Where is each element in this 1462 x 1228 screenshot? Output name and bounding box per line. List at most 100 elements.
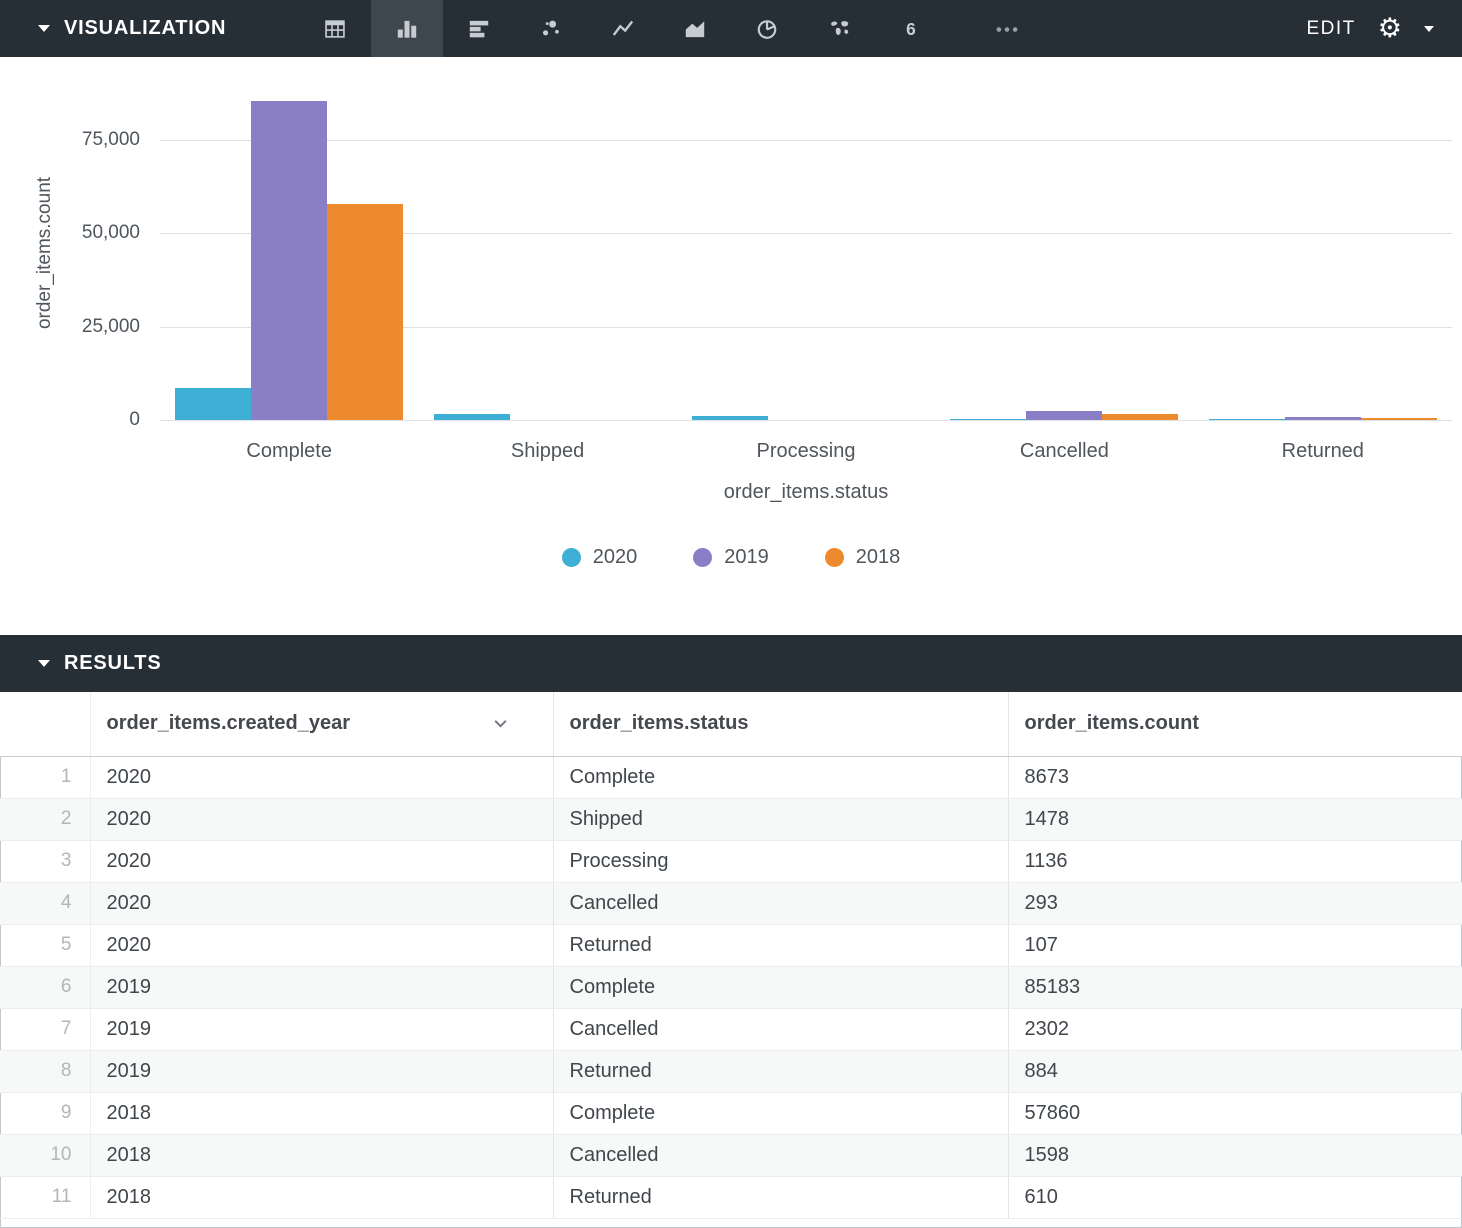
cell-created-year[interactable]: 2020	[90, 924, 553, 966]
bar-2019-returned[interactable]	[1285, 417, 1361, 420]
table-row: 52020Returned107	[0, 924, 1462, 966]
legend-label: 2018	[856, 546, 901, 569]
viz-type-single-value[interactable]: 6	[875, 0, 947, 57]
cell-count[interactable]: 8673	[1008, 756, 1462, 798]
visualization-header-bar: VISUALIZATION 6 EDIT ⚙	[0, 0, 1462, 57]
cell-created-year[interactable]: 2018	[90, 1176, 553, 1218]
bar-2020-returned[interactable]	[1209, 419, 1285, 420]
cell-created-year[interactable]: 2018	[90, 1134, 553, 1176]
bar-2019-complete[interactable]	[251, 101, 327, 420]
table-row: 12020Complete8673	[0, 756, 1462, 798]
row-number-header	[0, 692, 90, 756]
pie-chart-icon	[754, 16, 780, 42]
table-row: 42020Cancelled293	[0, 882, 1462, 924]
y-tick-label: 50,000	[30, 220, 140, 246]
viz-type-pie-chart[interactable]	[731, 0, 803, 57]
legend-item-2020[interactable]: 2020	[562, 546, 638, 569]
viz-type-horizontal-bar[interactable]	[443, 0, 515, 57]
visualization-actions: EDIT ⚙	[1307, 15, 1462, 42]
table-row: 112018Returned610	[0, 1176, 1462, 1218]
cell-count[interactable]: 85183	[1008, 966, 1462, 1008]
cell-count[interactable]: 293	[1008, 882, 1462, 924]
bar-2020-shipped[interactable]	[434, 414, 510, 420]
gear-icon[interactable]: ⚙	[1378, 15, 1402, 42]
cell-status[interactable]: Complete	[553, 1092, 1008, 1134]
cell-count[interactable]: 610	[1008, 1176, 1462, 1218]
cell-created-year[interactable]: 2020	[90, 840, 553, 882]
row-number: 9	[0, 1092, 90, 1134]
cell-count[interactable]: 1136	[1008, 840, 1462, 882]
cell-status[interactable]: Cancelled	[553, 1008, 1008, 1050]
legend-item-2019[interactable]: 2019	[693, 546, 769, 569]
svg-text:6: 6	[906, 18, 916, 38]
bar-2020-complete[interactable]	[175, 388, 251, 420]
cell-status[interactable]: Complete	[553, 756, 1008, 798]
legend-swatch-2018	[825, 548, 844, 567]
table-row: 62019Complete85183	[0, 966, 1462, 1008]
single-value-icon: 6	[898, 16, 924, 42]
legend-label: 2019	[724, 546, 769, 569]
collapse-caret-icon	[38, 25, 50, 32]
cell-status[interactable]: Returned	[553, 1176, 1008, 1218]
results-table: order_items.created_year order_items.sta…	[0, 692, 1462, 1219]
column-label: order_items.status	[570, 712, 749, 735]
cell-status[interactable]: Processing	[553, 840, 1008, 882]
cell-created-year[interactable]: 2019	[90, 966, 553, 1008]
cell-status[interactable]: Cancelled	[553, 1134, 1008, 1176]
cell-created-year[interactable]: 2019	[90, 1008, 553, 1050]
cell-created-year[interactable]: 2020	[90, 798, 553, 840]
column-header-created-year[interactable]: order_items.created_year	[90, 692, 553, 756]
x-tick-label: Processing	[696, 440, 916, 463]
viz-type-line-chart[interactable]	[587, 0, 659, 57]
cell-count[interactable]: 1478	[1008, 798, 1462, 840]
viz-type-scatter[interactable]	[515, 0, 587, 57]
visualization-title: VISUALIZATION	[64, 17, 226, 40]
row-number: 6	[0, 966, 90, 1008]
viz-type-area-chart[interactable]	[659, 0, 731, 57]
cell-count[interactable]: 2302	[1008, 1008, 1462, 1050]
bar-2019-cancelled[interactable]	[1026, 411, 1102, 420]
table-header-row: order_items.created_year order_items.sta…	[0, 692, 1462, 756]
x-tick-label: Returned	[1213, 440, 1433, 463]
row-number: 1	[0, 756, 90, 798]
column-header-count[interactable]: order_items.count	[1008, 692, 1462, 756]
viz-type-bar-chart[interactable]	[371, 0, 443, 57]
results-collapse-toggle[interactable]: RESULTS	[0, 652, 161, 675]
app-window: VISUALIZATION 6 EDIT ⚙ order_items.count…	[0, 0, 1462, 1228]
table-row: 72019Cancelled2302	[0, 1008, 1462, 1050]
cell-status[interactable]: Returned	[553, 924, 1008, 966]
table-row: 82019Returned884	[0, 1050, 1462, 1092]
viz-type-table[interactable]	[299, 0, 371, 57]
results-title: RESULTS	[64, 652, 161, 675]
cell-count[interactable]: 57860	[1008, 1092, 1462, 1134]
edit-button[interactable]: EDIT	[1307, 18, 1356, 40]
cell-created-year[interactable]: 2020	[90, 882, 553, 924]
viz-type-map[interactable]	[803, 0, 875, 57]
cell-created-year[interactable]: 2020	[90, 756, 553, 798]
gridline	[160, 420, 1452, 421]
bar-2018-cancelled[interactable]	[1102, 414, 1178, 420]
settings-caret-icon[interactable]	[1424, 26, 1434, 32]
bar-2020-processing[interactable]	[692, 416, 768, 420]
table-row: 22020Shipped1478	[0, 798, 1462, 840]
cell-count[interactable]: 107	[1008, 924, 1462, 966]
cell-status[interactable]: Returned	[553, 1050, 1008, 1092]
row-number: 4	[0, 882, 90, 924]
cell-status[interactable]: Cancelled	[553, 882, 1008, 924]
bar-2018-returned[interactable]	[1361, 418, 1437, 420]
column-header-status[interactable]: order_items.status	[553, 692, 1008, 756]
table-icon	[322, 16, 348, 42]
cell-status[interactable]: Complete	[553, 966, 1008, 1008]
visualization-collapse-toggle[interactable]: VISUALIZATION	[0, 17, 226, 40]
cell-created-year[interactable]: 2018	[90, 1092, 553, 1134]
bar-chart-panel: order_items.count order_items.status 202…	[0, 57, 1462, 635]
cell-created-year[interactable]: 2019	[90, 1050, 553, 1092]
cell-count[interactable]: 1598	[1008, 1134, 1462, 1176]
bar-2020-cancelled[interactable]	[950, 419, 1026, 420]
bar-2018-complete[interactable]	[327, 204, 403, 420]
legend-item-2018[interactable]: 2018	[825, 546, 901, 569]
viz-type-more[interactable]	[971, 0, 1043, 57]
cell-status[interactable]: Shipped	[553, 798, 1008, 840]
cell-count[interactable]: 884	[1008, 1050, 1462, 1092]
sort-desc-icon[interactable]	[492, 715, 509, 732]
